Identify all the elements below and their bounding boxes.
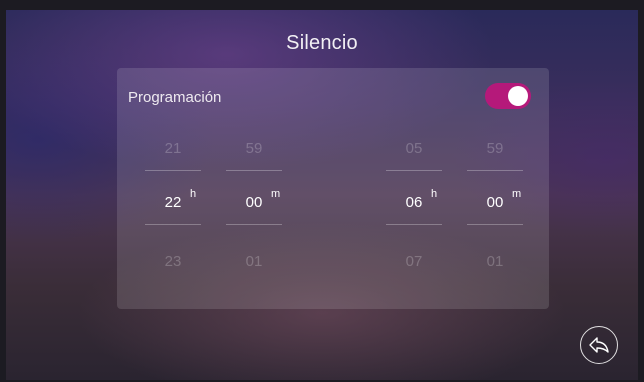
- schedule-toggle[interactable]: [485, 83, 531, 109]
- return-arrow-icon: [589, 337, 609, 353]
- back-button[interactable]: [580, 326, 618, 364]
- schedule-panel: Programación 21 22 h 23 59 00 m 01 05 06: [117, 68, 549, 309]
- page-title: Silencio: [286, 32, 358, 54]
- minute-unit: m: [512, 188, 522, 200]
- minute-unit: m: [271, 188, 281, 200]
- divider: [226, 170, 282, 171]
- toggle-knob: [508, 86, 528, 106]
- divider: [467, 224, 523, 225]
- hour-unit: h: [190, 188, 197, 200]
- divider: [386, 170, 442, 171]
- end-hour-next[interactable]: 07: [384, 253, 444, 270]
- end-hour-prev[interactable]: 05: [384, 140, 444, 157]
- start-hour-next[interactable]: 23: [143, 253, 203, 270]
- schedule-label: Programación: [128, 89, 222, 106]
- hour-unit: h: [431, 188, 438, 200]
- divider: [467, 170, 523, 171]
- end-minute-prev[interactable]: 59: [465, 140, 525, 157]
- end-hour-picker[interactable]: 05 06 h 07: [384, 128, 444, 270]
- start-hour-picker[interactable]: 21 22 h 23: [143, 128, 203, 270]
- start-minute-picker[interactable]: 59 00 m 01: [224, 128, 284, 270]
- start-minute-prev[interactable]: 59: [224, 140, 284, 157]
- start-minute-next[interactable]: 01: [224, 253, 284, 270]
- divider: [386, 224, 442, 225]
- end-minute-picker[interactable]: 59 00 m 01: [465, 128, 525, 270]
- end-minute-next[interactable]: 01: [465, 253, 525, 270]
- divider: [145, 224, 201, 225]
- screen: Silencio Programación 21 22 h 23 59 00 m…: [6, 10, 638, 380]
- divider: [226, 224, 282, 225]
- start-hour-prev[interactable]: 21: [143, 140, 203, 157]
- divider: [145, 170, 201, 171]
